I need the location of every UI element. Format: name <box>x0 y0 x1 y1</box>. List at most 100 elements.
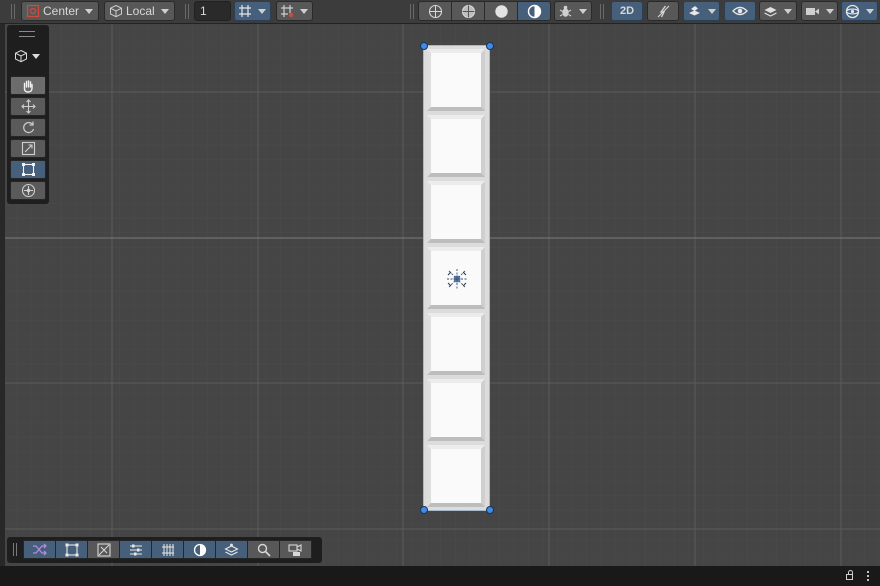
shaded-wireframe-button[interactable] <box>452 2 485 20</box>
chevron-down-icon <box>784 8 792 14</box>
rect-handle-bottom-right[interactable] <box>486 506 494 514</box>
shading-icon <box>193 543 206 556</box>
tile[interactable] <box>427 445 485 507</box>
scene-effects-dropdown[interactable] <box>683 1 720 21</box>
pivot-icon <box>26 4 40 18</box>
lock-icon[interactable] <box>846 570 853 580</box>
move-tool-button[interactable] <box>10 97 46 116</box>
panel-grip[interactable] <box>19 31 35 37</box>
scale-icon <box>21 141 35 156</box>
lighting-off-icon <box>656 4 671 19</box>
more-options-icon[interactable] <box>867 570 869 582</box>
pivot-mode-label: Center <box>43 4 80 18</box>
rect-handle-top-left[interactable] <box>420 42 428 50</box>
shading-overlay-button[interactable] <box>183 540 216 559</box>
video-camera-icon <box>805 4 820 19</box>
grid-snapping-button[interactable] <box>234 1 271 21</box>
chevron-down-icon <box>579 8 587 14</box>
magnet-grid-icon <box>280 4 294 18</box>
rect-tool-button[interactable] <box>10 160 46 179</box>
pivot-gizmo-icon[interactable] <box>445 267 469 291</box>
shaded-button[interactable] <box>485 2 518 20</box>
rect-icon <box>65 543 78 556</box>
rect-transform-icon <box>21 163 35 176</box>
chevron-down-icon <box>300 8 308 14</box>
shuffle-button[interactable] <box>23 540 56 559</box>
chevron-down-icon <box>866 8 874 14</box>
view-tool-button[interactable] <box>10 76 46 95</box>
chevron-down-icon <box>258 8 266 14</box>
transform-tool-button[interactable] <box>10 181 46 200</box>
increment-snapping-button[interactable] <box>276 1 313 21</box>
selected-sprite-column[interactable] <box>423 45 490 511</box>
chevron-down-icon <box>160 8 169 14</box>
toolbar-grip[interactable] <box>600 4 604 19</box>
chevron-down-icon <box>708 8 716 14</box>
chevron-down-icon <box>85 8 94 14</box>
scene-view[interactable] <box>5 24 880 566</box>
pivot-icon <box>96 542 111 557</box>
pivot-mode-dropdown[interactable]: Center <box>21 1 99 21</box>
toolbar-grip[interactable] <box>185 4 189 19</box>
gizmos-dropdown[interactable] <box>841 1 878 21</box>
grid-snap-icon <box>238 4 252 18</box>
debug-draw-mode-dropdown[interactable] <box>554 1 592 21</box>
scene-toolbar: Center Local 1 2D <box>0 0 880 24</box>
camera-settings-dropdown[interactable] <box>801 1 838 21</box>
tile[interactable] <box>427 115 485 177</box>
rect-handle-bottom-left[interactable] <box>420 506 428 514</box>
rect-handle-top-right[interactable] <box>486 42 494 50</box>
half-moon-icon <box>527 4 541 18</box>
2d-mode-button[interactable]: 2D <box>611 1 643 21</box>
tool-context-dropdown[interactable] <box>14 49 40 63</box>
scene-visibility-button[interactable] <box>724 1 756 21</box>
hand-icon <box>23 79 33 93</box>
rotate-tool-button[interactable] <box>10 118 46 137</box>
scene-lighting-button[interactable] <box>647 1 679 21</box>
draw-mode-group <box>418 1 551 21</box>
wireframe-shading-button[interactable] <box>419 2 452 20</box>
shaded-sphere-icon <box>494 4 508 18</box>
camera-overlay-button[interactable] <box>279 540 312 559</box>
tile[interactable] <box>427 313 485 375</box>
layers-overlay-button[interactable] <box>215 540 248 559</box>
toolbar-grip[interactable] <box>13 543 17 556</box>
pivot-rotation-label: Local <box>126 4 155 18</box>
shuffle-icon <box>32 543 47 556</box>
layers-visibility-dropdown[interactable] <box>759 1 797 21</box>
tile[interactable] <box>427 181 485 243</box>
pivot-overlay-button[interactable] <box>87 540 120 559</box>
search-icon <box>257 543 271 557</box>
wireframe-sphere-icon <box>428 4 442 18</box>
tools-overlay <box>7 25 49 204</box>
toolbar-grip[interactable] <box>410 4 414 19</box>
unlit-shading-button[interactable] <box>518 2 550 20</box>
transform-icon <box>21 183 35 198</box>
toolbar-grip[interactable] <box>11 4 15 19</box>
move-arrows-icon <box>20 99 36 114</box>
camera-icon <box>288 543 302 556</box>
chevron-down-icon <box>32 53 40 59</box>
layers-icon <box>224 543 239 556</box>
eye-icon <box>732 5 748 17</box>
rotate-icon <box>22 121 34 134</box>
gizmo-sphere-icon <box>845 4 860 19</box>
tile[interactable] <box>427 379 485 441</box>
sliders-overlay-button[interactable] <box>119 540 152 559</box>
scale-tool-button[interactable] <box>10 139 46 158</box>
grid-icon <box>161 543 174 556</box>
shaded-wireframe-icon <box>461 4 475 18</box>
grid-size-field[interactable]: 1 <box>194 1 231 21</box>
sliders-icon <box>129 544 142 555</box>
search-overlay-button[interactable] <box>247 540 280 559</box>
cube-icon <box>109 4 123 18</box>
rect-overlay-button[interactable] <box>55 540 88 559</box>
bug-icon <box>558 4 573 19</box>
pivot-rotation-dropdown[interactable]: Local <box>104 1 175 21</box>
grid-overlay-button[interactable] <box>151 540 184 559</box>
layers-icon <box>763 4 778 19</box>
overlay-toolbar <box>7 537 322 563</box>
cube-icon <box>15 49 27 63</box>
effects-icon <box>687 4 702 19</box>
tile[interactable] <box>427 49 485 111</box>
